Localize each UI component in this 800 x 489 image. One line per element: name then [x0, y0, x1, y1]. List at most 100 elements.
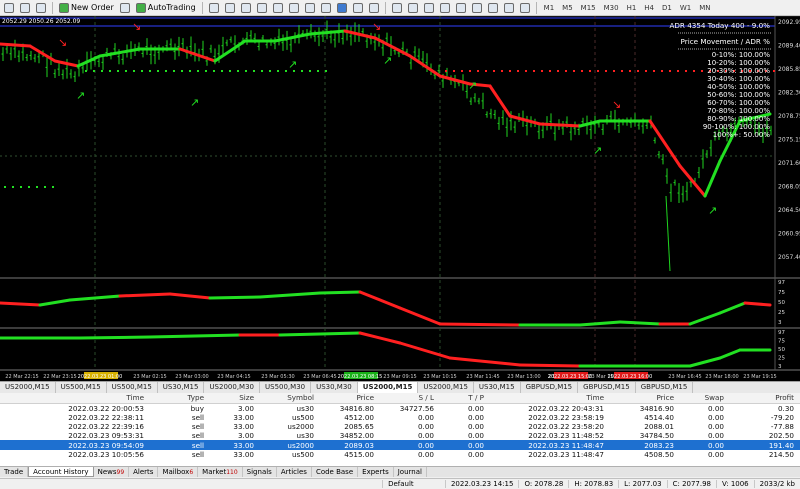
- terminal-tab[interactable]: Experts: [358, 467, 394, 477]
- terminal-tab[interactable]: Code Base: [312, 467, 359, 477]
- chart-tab[interactable]: US30,M15: [158, 382, 205, 393]
- cursor-button[interactable]: [390, 1, 404, 15]
- timeframe-h4[interactable]: H4: [641, 4, 657, 12]
- terminal-tab[interactable]: Trade: [0, 467, 29, 477]
- timeframe-m30[interactable]: M30: [601, 4, 622, 12]
- toolbar-divider: [52, 1, 53, 14]
- chart-tab[interactable]: US2000,M15: [418, 382, 474, 393]
- table-cell: 0.00: [467, 431, 484, 441]
- profiles-button[interactable]: [18, 1, 32, 15]
- account-history-table[interactable]: Time Type Size Symbol Price S / LT / P Time Pri…: [0, 393, 800, 468]
- horizontal-line-button[interactable]: [438, 1, 452, 15]
- terminal-tab[interactable]: Mailbox6: [158, 467, 199, 477]
- price-tick-label: 2085.85: [778, 66, 800, 73]
- market-watch-button[interactable]: [34, 1, 48, 15]
- table-row[interactable]: 2022.03.23 10:05:56 sell 33.00 us500 4515.00…: [0, 450, 800, 459]
- adr-panel: ADR 4354 Today 400 - 9.0% Price Movement…: [669, 21, 772, 139]
- fibonacci-icon: [487, 2, 498, 13]
- terminal-tab[interactable]: Articles: [277, 467, 312, 477]
- chart-tab[interactable]: US30,M15: [474, 382, 521, 393]
- table-row[interactable]: 2022.03.23 09:53:31 sell 3.00 us30 34852.00 0…: [0, 431, 800, 440]
- terminal-tab[interactable]: News99: [94, 467, 130, 477]
- text-button[interactable]: [502, 1, 516, 15]
- periods-button[interactable]: [351, 1, 365, 15]
- metaeditor-button[interactable]: [118, 1, 132, 15]
- column-header[interactable]: Swap: [680, 393, 730, 404]
- price-tick-label: 2057.40: [778, 254, 800, 261]
- chart-tab[interactable]: GBPUSD,M15: [521, 382, 579, 393]
- column-header[interactable]: Type: [150, 393, 210, 404]
- timeframe-w1[interactable]: W1: [677, 4, 694, 12]
- chart-shift-button[interactable]: [319, 1, 333, 15]
- table-row[interactable]: 2022.03.22 22:39:16 sell 33.00 us2000 2085.6…: [0, 422, 800, 431]
- table-row[interactable]: 2022.03.22 20:00:53 buy 3.00 us30 34816.80 34…: [0, 403, 800, 413]
- timeframe-h1[interactable]: H1: [624, 4, 640, 12]
- table-cell: 33.00: [233, 449, 254, 459]
- column-header[interactable]: Price: [610, 393, 680, 404]
- chart-tab[interactable]: US500,M30: [260, 382, 312, 393]
- fibonacci-button[interactable]: [486, 1, 500, 15]
- table-row[interactable]: 2022.03.23 09:54:09 sell 33.00 us2000 2089.0…: [0, 440, 800, 450]
- arrows-button[interactable]: [518, 1, 532, 15]
- channel-button[interactable]: [470, 1, 484, 15]
- column-header[interactable]: Time: [0, 393, 150, 404]
- tile-windows-button[interactable]: [287, 1, 301, 15]
- column-header[interactable]: Profit: [730, 393, 800, 404]
- level-dot: [205, 70, 207, 72]
- time-tick-label: 23 Mar 03:00: [175, 374, 208, 380]
- chart-tab[interactable]: US2000,M15: [0, 382, 56, 393]
- chart-tab[interactable]: GBPUSD,M15: [636, 382, 694, 393]
- chart-tab[interactable]: US2000,M15: [357, 382, 419, 393]
- terminal-tab[interactable]: Market110: [198, 467, 243, 477]
- timeframe-d1[interactable]: D1: [659, 4, 675, 12]
- column-header[interactable]: Price: [320, 393, 380, 404]
- terminal-tab[interactable]: Signals: [243, 467, 277, 477]
- column-header[interactable]: T / P: [440, 393, 490, 404]
- column-header[interactable]: Size: [210, 393, 260, 404]
- candlestick-button[interactable]: [223, 1, 237, 15]
- table-cell: 34816.80: [339, 403, 374, 413]
- new-order-button[interactable]: New Order: [57, 1, 116, 15]
- level-dot: [117, 70, 119, 72]
- terminal-tab[interactable]: Journal: [394, 467, 427, 477]
- level-dot: [445, 70, 447, 72]
- table-cell: sell: [191, 421, 204, 431]
- sell-arrow-icon: ↘: [612, 98, 621, 111]
- timeframe-m15[interactable]: M15: [578, 4, 599, 12]
- terminal-window: New Order AutoTrading M1 M5 M15 M30 H1 H…: [0, 0, 800, 489]
- timeframe-mn[interactable]: MN: [696, 4, 713, 12]
- column-header[interactable]: S / L: [380, 393, 440, 404]
- trendline-button[interactable]: [454, 1, 468, 15]
- column-header[interactable]: Time: [490, 393, 610, 404]
- column-header[interactable]: Symbol: [260, 393, 320, 404]
- chart-tab[interactable]: US2000,M30: [204, 382, 260, 393]
- bar-chart-button[interactable]: [207, 1, 221, 15]
- auto-trading-button[interactable]: AutoTrading: [134, 1, 198, 15]
- zoom-in-button[interactable]: [255, 1, 269, 15]
- ma-segment: [178, 47, 217, 63]
- level-dot: [149, 70, 151, 72]
- table-cell: 0.00: [440, 440, 490, 450]
- new-chart-button[interactable]: [2, 1, 16, 15]
- timeframe-m1[interactable]: M1: [541, 4, 558, 12]
- autoscroll-button[interactable]: [303, 1, 317, 15]
- terminal-tab[interactable]: Account History: [28, 467, 94, 477]
- indicators-button[interactable]: [335, 1, 349, 15]
- crosshair-button[interactable]: [406, 1, 420, 15]
- chart-tab[interactable]: GBPUSD,M15: [578, 382, 636, 393]
- status-datetime: 2022.03.23 14:15: [444, 480, 518, 488]
- vertical-line-button[interactable]: [422, 1, 436, 15]
- table-cell: 2022.03.23 09:53:31: [68, 431, 144, 441]
- line-chart-button[interactable]: [239, 1, 253, 15]
- templates-button[interactable]: [367, 1, 381, 15]
- level-dot: [493, 70, 495, 72]
- chart-tab[interactable]: US500,M15: [56, 382, 107, 393]
- oscillator-segment: [208, 295, 262, 300]
- chart-tab[interactable]: US30,M30: [311, 382, 358, 393]
- terminal-tab[interactable]: Alerts: [129, 467, 159, 477]
- price-chart[interactable]: ↗ ↗ ↗ ↗ ↗ ↗ ↗ ↘ ↘ ↘ ↘ 2092.95 2089.40 2085.85 2082.30…: [0, 15, 800, 381]
- chart-tab[interactable]: US500,M15: [107, 382, 158, 393]
- timeframe-m5[interactable]: M5: [559, 4, 576, 12]
- zoom-out-button[interactable]: [271, 1, 285, 15]
- table-row[interactable]: 2022.03.22 22:38:11 sell 33.00 us500 4512.00…: [0, 413, 800, 422]
